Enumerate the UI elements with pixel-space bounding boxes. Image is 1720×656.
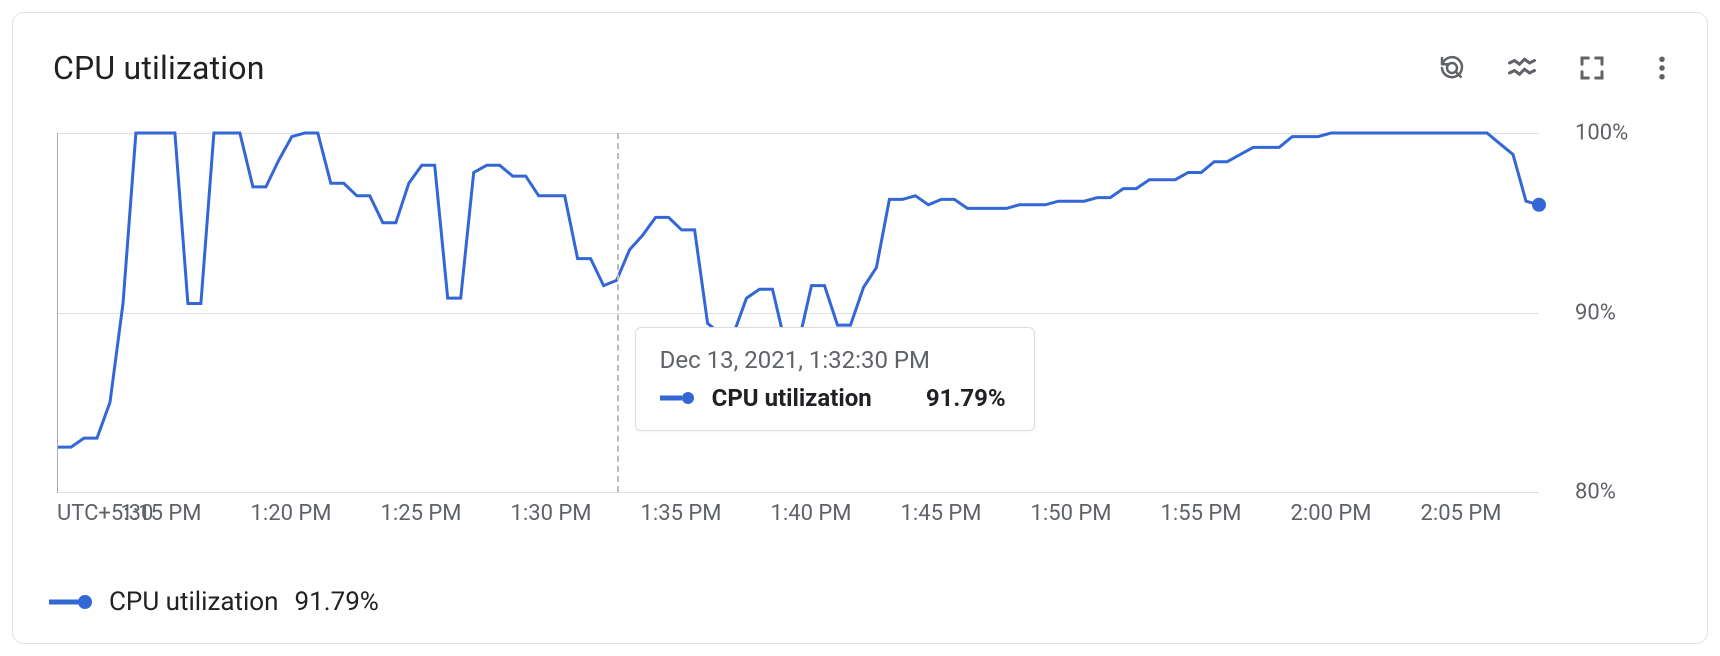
legend-series-label: CPU utilization [109,587,279,617]
chart-actions [1435,51,1679,85]
series-endpoint-dot [1532,198,1546,212]
x-tick-label: 1:40 PM [771,501,852,526]
fullscreen-button[interactable] [1575,51,1609,85]
plot-region[interactable]: 100%90%80%Dec 13, 2021, 1:32:30 PMCPU ut… [57,133,1539,493]
x-tick-label: 2:05 PM [1421,501,1502,526]
x-tick-label: 2:00 PM [1291,501,1372,526]
chart-header: CPU utilization [13,13,1707,105]
x-tick-label: 1:15 PM [121,501,202,526]
y-tick-label: 80% [1559,480,1679,505]
x-tick-label: 1:35 PM [641,501,722,526]
y-tick-label: 100% [1559,121,1679,146]
more-button[interactable] [1645,51,1679,85]
x-tick-label: 1:25 PM [381,501,462,526]
x-tick-label: 1:50 PM [1031,501,1112,526]
tooltip-series-label: CPU utilization [712,384,872,412]
chart-title: CPU utilization [53,49,265,87]
chart-area[interactable]: 100%90%80%Dec 13, 2021, 1:32:30 PMCPU ut… [57,133,1679,533]
hover-guideline [617,133,619,492]
series-line [58,133,1539,492]
y-tick-label: 90% [1559,300,1679,325]
legend-toggle-button[interactable] [1505,51,1539,85]
tooltip-timestamp: Dec 13, 2021, 1:32:30 PM [660,346,1006,374]
legend-toggle-icon [1507,53,1537,83]
reset-zoom-button[interactable] [1435,51,1469,85]
legend-series-value: 91.79% [295,587,379,617]
reset-zoom-icon [1437,53,1467,83]
tooltip: Dec 13, 2021, 1:32:30 PM CPU utilization 9… [635,327,1035,431]
series-swatch-icon [660,391,694,405]
x-tick-label: 1:20 PM [251,501,332,526]
fullscreen-icon [1577,53,1607,83]
x-tick-label: 1:45 PM [901,501,982,526]
tooltip-series-value: 91.79% [926,384,1006,412]
chart-card: CPU utilization [12,12,1708,644]
x-tick-label: 1:30 PM [511,501,592,526]
legend: CPU utilization 91.79% [49,579,1667,625]
x-axis: UTC+5:301:15 PM1:20 PM1:25 PM1:30 PM1:35… [57,493,1539,533]
x-tick-label: 1:55 PM [1161,501,1242,526]
series-swatch-icon [49,594,93,610]
more-icon [1647,53,1677,83]
